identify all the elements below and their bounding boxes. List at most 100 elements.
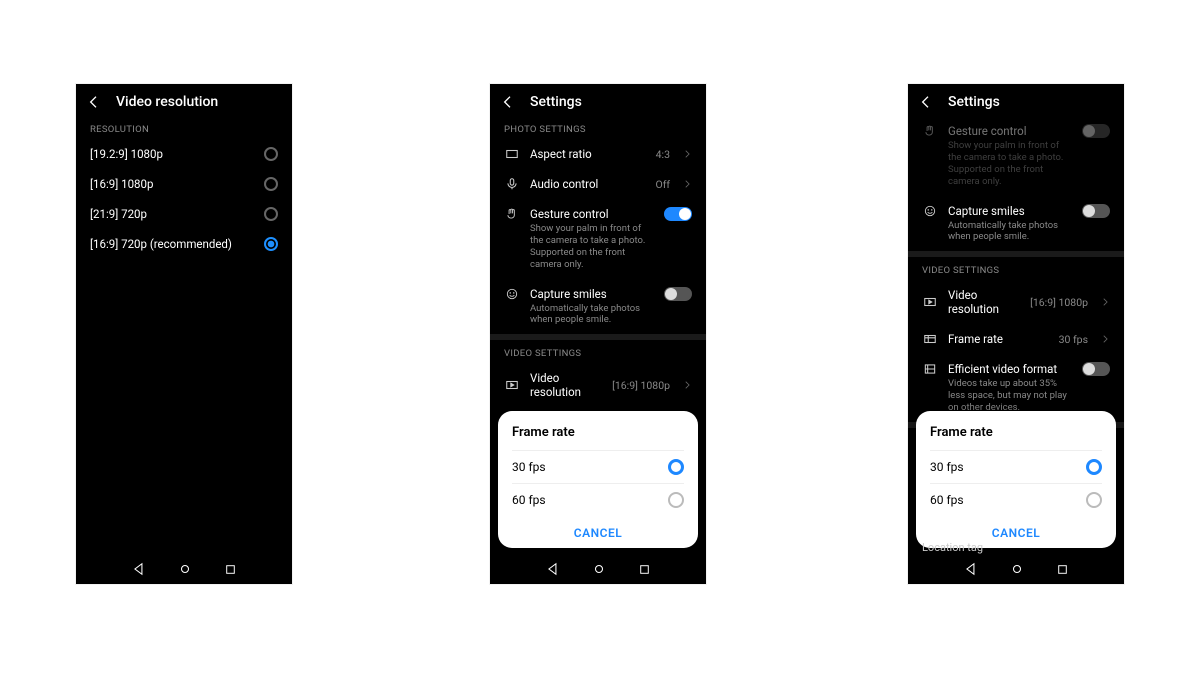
back-icon[interactable] [86, 94, 102, 110]
setting-label: Gesture control [948, 124, 1072, 138]
setting-frame-rate[interactable]: Frame rate 30 fps [908, 324, 1124, 354]
setting-aspect-ratio[interactable]: Aspect ratio 4:3 [490, 139, 706, 169]
setting-value: [16:9] 1080p [612, 379, 670, 392]
dialog-option[interactable]: 30 fps [512, 450, 684, 483]
section-label-resolution: RESOLUTION [76, 116, 292, 139]
section-label-video: VIDEO SETTINGS [908, 257, 1124, 280]
setting-sub: Show your palm in front of the camera to… [530, 223, 654, 271]
setting-label: Capture smiles [530, 287, 654, 301]
section-label-video: VIDEO SETTINGS [490, 340, 706, 363]
title-bar: Settings [908, 84, 1124, 116]
nav-back-icon[interactable] [132, 562, 146, 576]
setting-label: Video resolution [530, 371, 602, 399]
toggle-switch [1082, 124, 1110, 138]
hand-icon [504, 207, 520, 221]
title-bar: Video resolution [76, 84, 292, 116]
setting-sub: Automatically take photos when people sm… [530, 303, 654, 327]
nav-back-icon[interactable] [546, 562, 560, 576]
setting-location-tag[interactable]: Location tag [922, 541, 983, 554]
dialog-title: Frame rate [512, 425, 684, 440]
resolution-option[interactable]: [16:9] 1080p [76, 169, 292, 199]
storage-icon [922, 362, 938, 376]
toggle-switch[interactable] [1082, 204, 1110, 218]
frame-rate-icon [922, 332, 938, 346]
chevron-right-icon [682, 380, 692, 390]
phone-video-resolution: Video resolution RESOLUTION [19.2:9] 108… [76, 84, 292, 584]
option-label: 60 fps [930, 493, 1086, 507]
toggle-switch[interactable] [1082, 362, 1110, 376]
android-nav-bar [76, 554, 292, 584]
nav-recent-icon[interactable] [1056, 563, 1069, 576]
phone-settings-1: Settings PHOTO SETTINGS Aspect ratio 4:3… [490, 84, 706, 584]
phone-settings-2: Settings Gesture control Show your palm … [908, 84, 1124, 584]
cancel-button[interactable]: CANCEL [512, 516, 684, 540]
video-res-icon [504, 378, 520, 392]
setting-video-resolution[interactable]: Video resolution [16:9] 1080p [908, 280, 1124, 324]
dialog-option[interactable]: 60 fps [930, 483, 1102, 516]
setting-value: [16:9] 1080p [1030, 296, 1088, 309]
radio-icon [264, 147, 278, 161]
setting-label: Efficient video format [948, 362, 1072, 376]
setting-capture-smiles[interactable]: Capture smiles Automatically take photos… [908, 196, 1124, 252]
radio-icon [1086, 459, 1102, 475]
video-res-icon [922, 295, 938, 309]
nav-back-icon[interactable] [964, 562, 978, 576]
nav-recent-icon[interactable] [224, 563, 237, 576]
setting-sub: Automatically take photos when people sm… [948, 220, 1072, 244]
cancel-button[interactable]: CANCEL [930, 516, 1102, 540]
back-icon[interactable] [918, 94, 934, 110]
resolution-option[interactable]: [19.2:9] 1080p [76, 139, 292, 169]
setting-label: Aspect ratio [530, 147, 646, 161]
chevron-right-icon [1100, 297, 1110, 307]
frame-rate-dialog: Frame rate 30 fps 60 fps CANCEL [498, 411, 698, 548]
setting-label: Audio control [530, 177, 645, 191]
resolution-option[interactable]: [16:9] 720p (recommended) [76, 229, 292, 259]
nav-recent-icon[interactable] [638, 563, 651, 576]
title-bar: Settings [490, 84, 706, 116]
option-label: [16:9] 1080p [90, 177, 254, 191]
radio-icon [264, 207, 278, 221]
option-label: 30 fps [512, 460, 668, 474]
radio-icon [668, 492, 684, 508]
setting-label: Frame rate [948, 332, 1049, 346]
setting-audio-control[interactable]: Audio control Off [490, 169, 706, 199]
toggle-switch[interactable] [664, 207, 692, 221]
option-label: [16:9] 720p (recommended) [90, 237, 254, 251]
hand-icon [922, 124, 938, 138]
setting-video-resolution[interactable]: Video resolution [16:9] 1080p [490, 363, 706, 407]
nav-home-icon[interactable] [592, 562, 606, 576]
setting-gesture-control[interactable]: Gesture control Show your palm in front … [490, 199, 706, 279]
radio-icon [668, 459, 684, 475]
setting-sub: Videos take up about 35% less space, but… [948, 378, 1072, 414]
dialog-option[interactable]: 60 fps [512, 483, 684, 516]
smile-icon [504, 287, 520, 301]
setting-label: Gesture control [530, 207, 654, 221]
radio-icon [264, 237, 278, 251]
nav-home-icon[interactable] [1010, 562, 1024, 576]
setting-label: Video resolution [948, 288, 1020, 316]
chevron-right-icon [1100, 334, 1110, 344]
chevron-right-icon [682, 149, 692, 159]
setting-value: 4:3 [656, 148, 670, 161]
setting-value: 30 fps [1059, 333, 1088, 346]
setting-capture-smiles[interactable]: Capture smiles Automatically take photos… [490, 279, 706, 335]
page-title: Settings [948, 94, 1000, 110]
option-label: 60 fps [512, 493, 668, 507]
section-label-photo: PHOTO SETTINGS [490, 116, 706, 139]
back-icon[interactable] [500, 94, 516, 110]
nav-home-icon[interactable] [178, 562, 192, 576]
toggle-switch[interactable] [664, 287, 692, 301]
radio-icon [1086, 492, 1102, 508]
resolution-option[interactable]: [21:9] 720p [76, 199, 292, 229]
setting-label: Capture smiles [948, 204, 1072, 218]
page-title: Video resolution [116, 94, 218, 110]
radio-icon [264, 177, 278, 191]
option-label: [19.2:9] 1080p [90, 147, 254, 161]
setting-value: Off [655, 178, 670, 191]
dialog-title: Frame rate [930, 425, 1102, 440]
mic-icon [504, 177, 520, 191]
dialog-option[interactable]: 30 fps [930, 450, 1102, 483]
page-title: Settings [530, 94, 582, 110]
option-label: 30 fps [930, 460, 1086, 474]
option-label: [21:9] 720p [90, 207, 254, 221]
